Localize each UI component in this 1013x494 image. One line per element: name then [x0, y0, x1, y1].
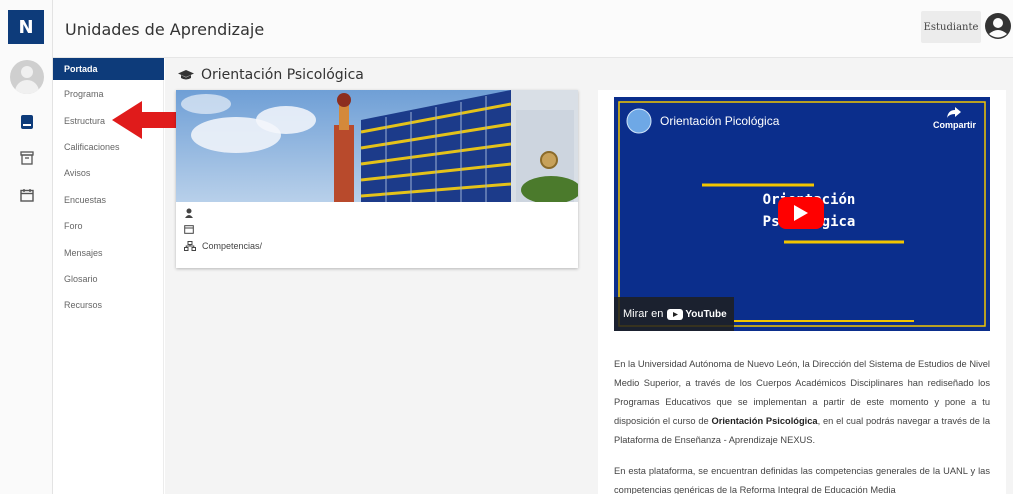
menu-item-glosario[interactable]: Glosario — [53, 268, 164, 290]
course-intro-panel: Orientación Picológica Compartir Orienta… — [598, 90, 1006, 494]
avatar[interactable] — [10, 60, 44, 94]
menu-item-avisos[interactable]: Avisos — [53, 162, 164, 184]
menu-item-mensajes[interactable]: Mensajes — [53, 242, 164, 264]
card-meta-competencias[interactable]: Competencias/ — [184, 241, 262, 251]
card-meta-person — [184, 208, 194, 219]
menu-item-portada[interactable]: Portada — [53, 58, 164, 80]
menu-item-recursos[interactable]: Recursos — [53, 294, 164, 316]
menu-item-calificaciones[interactable]: Calificaciones — [53, 136, 164, 158]
section-heading: Orientación Psicológica — [178, 67, 364, 83]
user-role-button[interactable]: Estudiante — [921, 11, 981, 43]
play-button[interactable] — [778, 197, 824, 229]
video-title[interactable]: Orientación Picológica — [660, 114, 779, 128]
card-meta-calendar — [184, 224, 194, 234]
watch-on-label: Mirar en — [623, 308, 664, 320]
menu-item-encuestas[interactable]: Encuestas — [53, 189, 164, 211]
youtube-icon — [667, 308, 684, 320]
course-cover-image — [176, 90, 578, 202]
intro-paragraph-2: En esta plataforma, se encuentran defini… — [614, 466, 990, 494]
youtube-logo: YouTube — [667, 308, 727, 320]
youtube-label: YouTube — [685, 308, 727, 320]
person-icon — [185, 208, 193, 218]
icon-rail: N — [0, 0, 53, 494]
sitemap-icon — [184, 241, 196, 251]
graduation-cap-icon — [178, 70, 194, 80]
archive-icon[interactable] — [19, 150, 35, 166]
video-share-button[interactable]: Compartir — [933, 107, 976, 130]
course-name-bold: Orientación Psicológica — [711, 416, 818, 426]
app-logo[interactable]: N — [8, 10, 44, 44]
youtube-video-embed[interactable]: Orientación Picológica Compartir Orienta… — [614, 97, 990, 331]
play-icon — [794, 205, 808, 221]
watch-on-youtube-button[interactable]: Mirar en YouTube — [614, 297, 734, 331]
menu-item-foro[interactable]: Foro — [53, 215, 164, 237]
video-share-label: Compartir — [932, 120, 976, 130]
share-arrow-icon — [947, 107, 962, 118]
book-icon[interactable] — [19, 114, 35, 130]
user-account-icon[interactable] — [985, 13, 1011, 39]
top-header: Unidades de Aprendizaje Estudiante — [53, 0, 1013, 58]
calendar-icon[interactable] — [19, 187, 35, 203]
page-title: Unidades de Aprendizaje — [65, 20, 265, 39]
calendar-small-icon — [184, 225, 194, 234]
section-title: Orientación Psicológica — [201, 67, 364, 83]
competencias-label: Competencias/ — [202, 241, 263, 251]
intro-paragraph-1: En la Universidad Autónoma de Nuevo León… — [614, 355, 990, 450]
course-card[interactable]: Competencias/ — [176, 90, 578, 268]
